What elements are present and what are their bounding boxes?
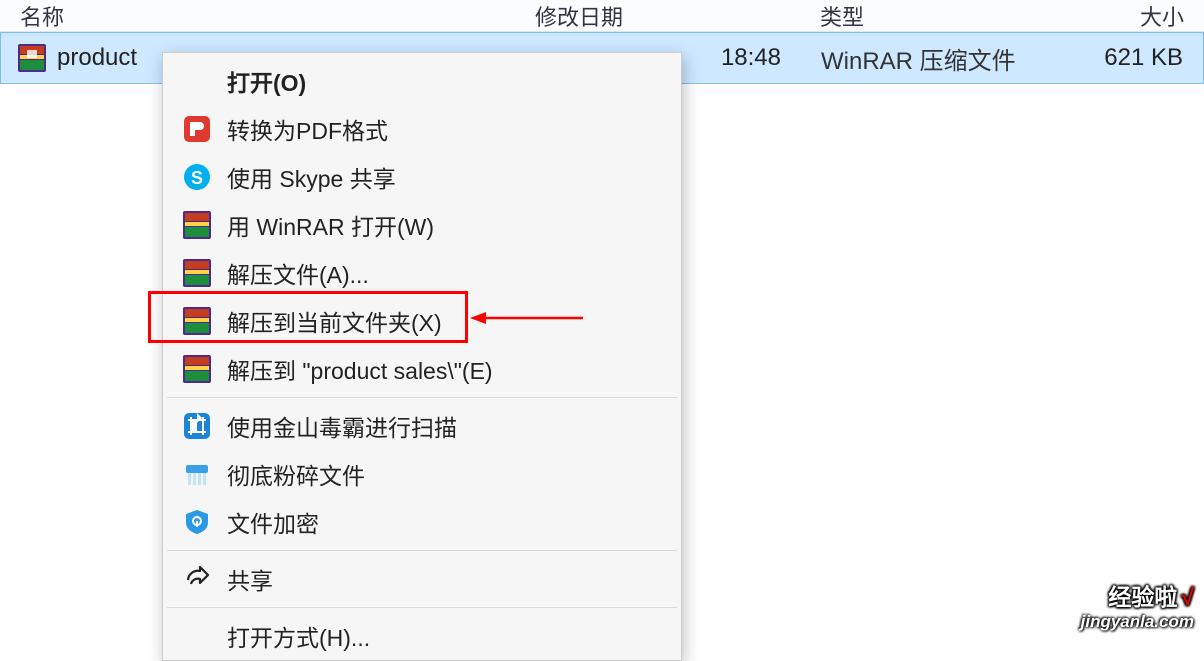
- col-header-type[interactable]: 类型: [820, 0, 1050, 32]
- winrar-extract-to-icon: [179, 354, 215, 384]
- menu-extract-files-label: 解压文件(A)...: [227, 256, 369, 290]
- col-header-size-label: 大小: [1140, 5, 1184, 30]
- menu-shred[interactable]: 彻底粉碎文件: [163, 450, 681, 498]
- shred-icon: [179, 459, 215, 489]
- col-header-date[interactable]: 修改日期: [535, 0, 820, 32]
- skype-icon: S: [179, 162, 215, 192]
- menu-pdf-label: 转换为PDF格式: [227, 112, 388, 146]
- winrar-icon: [179, 210, 215, 240]
- context-menu: 打开(O) 转换为PDF格式 S 使用 Skype 共享 用 WinRAR 打开…: [162, 52, 682, 661]
- menu-encrypt[interactable]: 文件加密: [163, 498, 681, 546]
- svg-text:S: S: [191, 168, 203, 188]
- file-name-label: product: [57, 44, 137, 72]
- menu-skype[interactable]: S 使用 Skype 共享: [163, 153, 681, 201]
- blank-icon: [179, 621, 215, 651]
- menu-extract-here[interactable]: 解压到当前文件夹(X): [163, 297, 681, 345]
- file-size-cell: 621 KB: [1051, 44, 1203, 72]
- menu-open-label: 打开(O): [227, 64, 306, 98]
- winrar-extract-icon: [179, 258, 215, 288]
- watermark: 经验啦√ jingyanla.com: [1081, 578, 1194, 632]
- menu-encrypt-label: 文件加密: [227, 505, 319, 539]
- rar-file-icon: [17, 43, 47, 73]
- menu-winrar-open[interactable]: 用 WinRAR 打开(W): [163, 201, 681, 249]
- menu-extract-files[interactable]: 解压文件(A)...: [163, 249, 681, 297]
- share-icon: [179, 564, 215, 594]
- menu-scan[interactable]: 使用金山毒霸进行扫描: [163, 402, 681, 450]
- menu-extract-to-folder[interactable]: 解压到 "product sales\"(E): [163, 345, 681, 393]
- pdf-icon: [179, 114, 215, 144]
- menu-winrar-label: 用 WinRAR 打开(W): [227, 208, 434, 242]
- col-header-type-label: 类型: [820, 5, 864, 30]
- watermark-check-icon: √: [1181, 584, 1194, 610]
- menu-extract-to-label: 解压到 "product sales\"(E): [227, 352, 493, 386]
- menu-separator-2: [167, 550, 677, 551]
- menu-pdf[interactable]: 转换为PDF格式: [163, 105, 681, 153]
- file-type-cell: WinRAR 压缩文件: [821, 41, 1051, 76]
- scan-icon: [179, 411, 215, 441]
- col-header-name-label: 名称: [20, 5, 64, 30]
- menu-shred-label: 彻底粉碎文件: [227, 457, 365, 491]
- menu-scan-label: 使用金山毒霸进行扫描: [227, 409, 457, 443]
- column-header-row: 名称 修改日期 类型 大小: [0, 0, 1204, 32]
- menu-share-label: 共享: [227, 562, 273, 596]
- winrar-extract-here-icon: [179, 306, 215, 336]
- col-header-date-label: 修改日期: [535, 5, 623, 30]
- watermark-url: jingyanla.com: [1081, 612, 1194, 632]
- col-header-size[interactable]: 大小: [1050, 0, 1204, 32]
- menu-extract-here-label: 解压到当前文件夹(X): [227, 304, 442, 338]
- watermark-title: 经验啦: [1108, 584, 1177, 610]
- menu-skype-label: 使用 Skype 共享: [227, 160, 396, 194]
- menu-separator: [167, 397, 677, 398]
- shield-icon: [179, 507, 215, 537]
- menu-share[interactable]: 共享: [163, 555, 681, 603]
- col-header-name[interactable]: 名称: [0, 0, 535, 32]
- menu-open-with-label: 打开方式(H)...: [227, 619, 370, 653]
- menu-separator-3: [167, 607, 677, 608]
- menu-open-with[interactable]: 打开方式(H)...: [163, 612, 681, 660]
- blank-icon: [179, 66, 215, 96]
- menu-open[interactable]: 打开(O): [163, 57, 681, 105]
